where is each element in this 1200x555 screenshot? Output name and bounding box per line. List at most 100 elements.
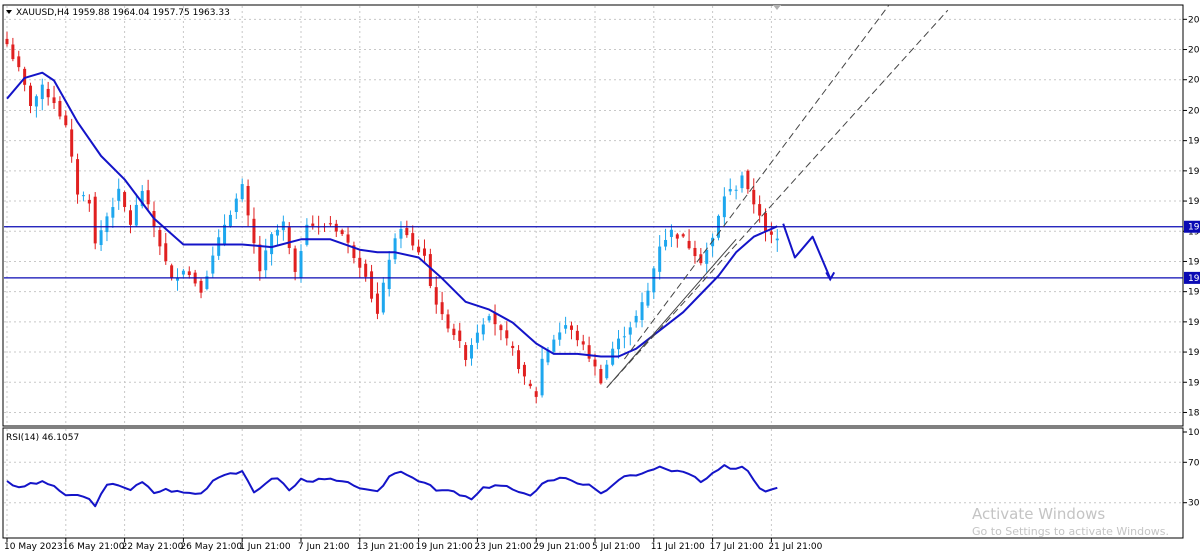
symbol-header: XAUUSD,H4 1959.88 1964.04 1957.75 1963.3… xyxy=(16,8,230,18)
price-tick-label: 2009.50 xyxy=(1188,106,1200,116)
candle-body xyxy=(652,268,656,293)
price-tick-label: 1997.90 xyxy=(1188,137,1200,147)
price-tick-label: 1893.50 xyxy=(1188,408,1200,418)
candle-body xyxy=(534,391,538,397)
activate-windows-subtitle: Go to Settings to activate Windows. xyxy=(972,525,1169,538)
time-tick-label: 16 May 21:00 xyxy=(63,542,125,552)
candle-body xyxy=(769,231,773,235)
candle-body xyxy=(505,330,509,339)
candle-body xyxy=(640,302,644,321)
candle-body xyxy=(728,189,732,192)
candle-body xyxy=(128,210,132,225)
time-tick-label: 21 Jul 21:00 xyxy=(768,542,822,552)
level-price-label: 1945.19 xyxy=(1188,274,1200,284)
candle-body xyxy=(246,185,250,216)
time-tick-label: 1 Jun 21:00 xyxy=(239,542,291,552)
candle-body xyxy=(76,159,80,195)
candle-body xyxy=(628,327,632,335)
candle-body xyxy=(375,293,379,314)
candle-body xyxy=(228,214,232,227)
level-price-label: 1964.83 xyxy=(1188,223,1200,233)
candle-body xyxy=(511,345,515,349)
candle-body xyxy=(5,38,9,45)
price-tick-label: 1928.30 xyxy=(1188,318,1200,328)
candle-body xyxy=(340,230,344,235)
candle-body xyxy=(281,221,285,231)
price-tick-label: 1951.50 xyxy=(1188,257,1200,267)
candle-body xyxy=(311,223,315,226)
candle-body xyxy=(522,364,526,377)
candle-body xyxy=(740,175,744,189)
candle-body xyxy=(558,332,562,340)
candle-body xyxy=(393,238,397,260)
candle-body xyxy=(287,227,291,249)
candle-body xyxy=(622,336,626,338)
candle-body xyxy=(475,332,479,343)
candle-body xyxy=(675,234,679,239)
candle-body xyxy=(575,330,579,341)
candle-body xyxy=(11,44,15,60)
time-tick-label: 10 May 2023 xyxy=(4,542,63,552)
candle-body xyxy=(17,56,21,68)
candle-body xyxy=(705,249,709,264)
candle-body xyxy=(528,383,532,387)
rsi-header: RSI(14) 46.1057 xyxy=(6,433,79,443)
candle-body xyxy=(664,239,668,247)
candle-body xyxy=(258,244,262,272)
trading-chart: 2044.50 2032.90 2021.30 2009.50 1997.90 1986.… xyxy=(2,4,1200,552)
candle-body xyxy=(299,251,303,279)
candle-body xyxy=(176,278,180,281)
candle-body xyxy=(746,170,750,190)
candle-body xyxy=(170,265,174,279)
candle-body xyxy=(111,207,115,218)
candle-body xyxy=(58,100,62,117)
time-tick-label: 7 Jun 21:00 xyxy=(298,542,350,552)
candle-body xyxy=(581,341,585,345)
candle-body xyxy=(293,248,297,272)
candle-body xyxy=(29,85,33,107)
candle-body xyxy=(64,115,68,126)
candle-body xyxy=(775,238,779,241)
candle-body xyxy=(223,224,227,244)
candle-body xyxy=(658,246,662,272)
candle-body xyxy=(434,287,438,305)
candle-body xyxy=(46,88,50,98)
price-pane-frame xyxy=(2,4,1184,427)
candle-body xyxy=(81,195,85,197)
candle-body xyxy=(552,339,556,352)
candle-body xyxy=(446,314,450,329)
candle-body xyxy=(405,228,409,236)
candle-body xyxy=(364,263,368,277)
candle-body xyxy=(752,189,756,205)
candle-body xyxy=(422,248,426,256)
price-tick-label: 1916.70 xyxy=(1188,348,1200,358)
candle-body xyxy=(569,325,573,330)
candle-body xyxy=(117,188,121,201)
candle-body xyxy=(411,233,415,246)
time-tick-label: 19 Jun 21:00 xyxy=(416,542,473,552)
time-tick-label: 29 Jun 21:00 xyxy=(533,542,590,552)
candle-body xyxy=(669,229,673,237)
candle-body xyxy=(158,230,162,247)
rsi-tick-label: 70 xyxy=(1188,458,1200,468)
price-tick-label: 2021.30 xyxy=(1188,76,1200,86)
candle-body xyxy=(252,218,256,244)
candle-body xyxy=(464,345,468,360)
candle-body xyxy=(564,325,568,329)
rsi-axis: 100 70 30 xyxy=(1183,428,1200,509)
candle-body xyxy=(305,224,309,245)
candle-body xyxy=(164,243,168,262)
candle-body xyxy=(487,316,491,321)
candle-body xyxy=(70,129,74,157)
candle-body xyxy=(134,204,138,226)
candle-body xyxy=(93,196,97,244)
candle-body xyxy=(470,344,474,359)
candle-body xyxy=(617,338,621,350)
price-axis: 2044.50 2032.90 2021.30 2009.50 1997.90 1986.… xyxy=(1183,15,1200,418)
candle-body xyxy=(99,230,103,246)
price-tick-label: 1974.70 xyxy=(1188,197,1200,207)
candle-body xyxy=(481,324,485,335)
candle-body xyxy=(587,345,591,359)
candle-body xyxy=(40,84,44,100)
candle-body xyxy=(217,237,221,256)
